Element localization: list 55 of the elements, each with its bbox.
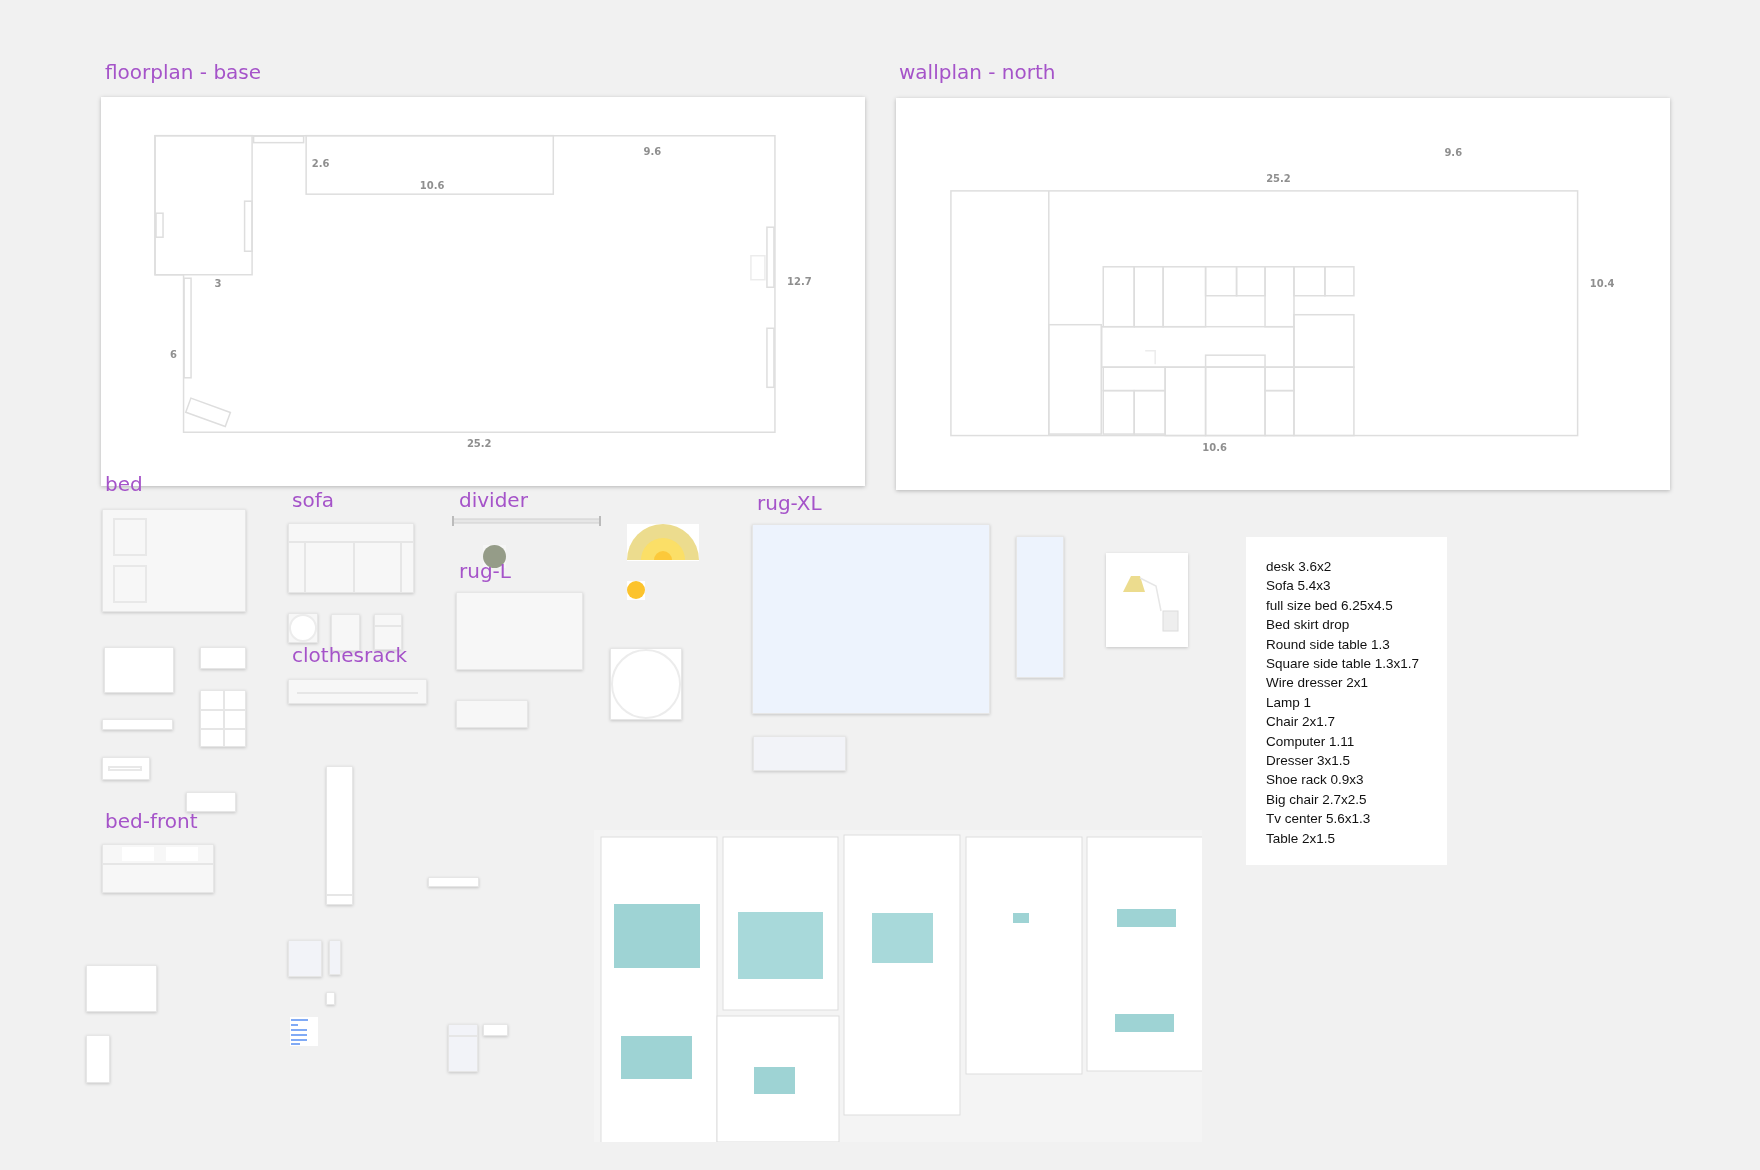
furniture-shape — [428, 877, 479, 887]
artboard-label[interactable]: floorplan - base — [105, 60, 262, 84]
furniture-shape — [186, 792, 236, 812]
note-text: Sofa 5.4x3 — [1266, 577, 1332, 596]
layer-label[interactable]: divider — [459, 488, 528, 512]
layer-label[interactable]: sofa — [292, 488, 334, 512]
dimension-label: 25.2 — [466, 437, 492, 449]
layer-label[interactable]: rug-XL — [757, 491, 822, 515]
note-text: full size bed 6.25x4.5 — [1266, 596, 1394, 615]
note-text: desk 3.6x2 — [1266, 558, 1333, 576]
furniture-shape — [86, 1035, 110, 1083]
layer-label[interactable]: bed-front — [105, 809, 198, 833]
furniture-shape — [102, 757, 150, 780]
furniture-shape — [326, 992, 335, 1005]
dimension-label: 3 — [214, 278, 222, 290]
furniture-shape — [86, 965, 157, 1012]
dimension-label: 6 — [170, 348, 178, 360]
note-text: Big chair 2.7x2.5 — [1266, 790, 1368, 809]
note-text: Bed skirt drop — [1266, 616, 1351, 635]
note-text: Round side table 1.3 — [1266, 635, 1391, 654]
dimension-label: 9.6 — [643, 146, 662, 158]
furniture-shape — [104, 647, 174, 693]
furniture-shape — [448, 1024, 478, 1072]
furniture-shape — [329, 940, 341, 975]
dimension-label: 10.6 — [1202, 442, 1227, 454]
dimension-label: 25.2 — [1266, 173, 1291, 185]
side-table-shape — [288, 613, 318, 643]
note-text: Chair 2x1.7 — [1266, 713, 1337, 732]
shelf-shape — [200, 690, 246, 747]
layer-label[interactable]: bed — [105, 472, 143, 496]
note-text: Lamp 1 — [1266, 693, 1313, 712]
layer-label[interactable]: clothesrack — [292, 643, 408, 667]
lamp-light-shape — [627, 524, 699, 561]
furniture-shape — [288, 940, 322, 977]
dimension-label: 10.6 — [419, 179, 445, 191]
note-text: Square side table 1.3x1.7 — [1266, 655, 1421, 674]
furniture-shape — [102, 719, 173, 730]
round-table-shape — [610, 648, 682, 720]
artboard-label[interactable]: wallplan - north — [899, 60, 1056, 84]
note-text: Tv center 5.6x1.3 — [1266, 810, 1372, 829]
layer-label[interactable]: rug-L — [459, 559, 511, 583]
note-text: Table 2x1.5 — [1266, 829, 1337, 848]
note-text: Wire dresser 2x1 — [1266, 674, 1370, 693]
dimension-label: 12.7 — [787, 276, 812, 288]
dimension-label: 2.6 — [311, 158, 330, 170]
dimension-label: 9.6 — [1444, 146, 1463, 158]
furniture-shape — [483, 1024, 508, 1036]
dot-shape — [627, 581, 645, 600]
dimension-label: 10.4 — [1589, 278, 1615, 290]
furniture-shape — [456, 700, 528, 728]
note-text: Shoe rack 0.9x3 — [1266, 771, 1365, 790]
note-text: Dresser 3x1.5 — [1266, 752, 1352, 771]
note-text: Computer 1.11 — [1266, 732, 1356, 751]
furniture-shape — [200, 647, 246, 669]
text-layer-shape — [290, 1017, 318, 1046]
